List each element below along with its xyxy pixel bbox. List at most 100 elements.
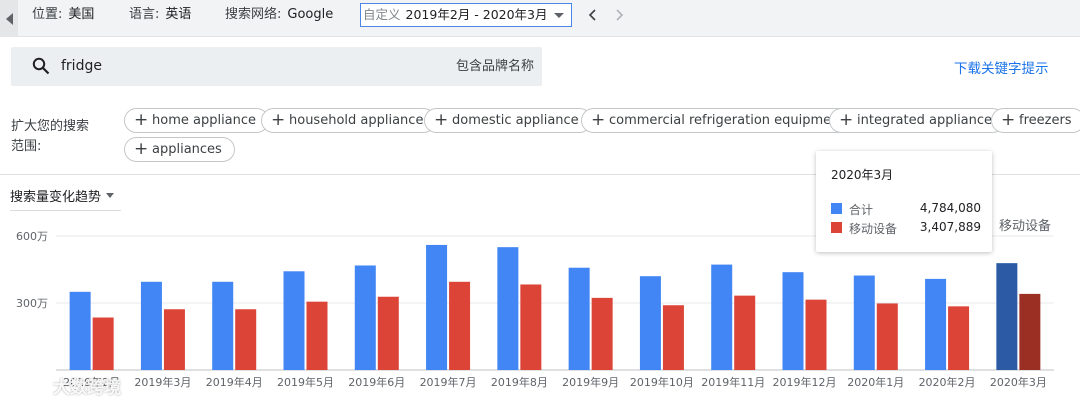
y-tick-label: 300万 bbox=[16, 297, 48, 310]
bar-mobile bbox=[449, 281, 471, 370]
x-tick-label: 2020年2月 bbox=[919, 375, 976, 389]
bar-total bbox=[69, 291, 91, 370]
bar-mobile bbox=[520, 284, 542, 370]
bar-mobile bbox=[805, 299, 827, 370]
bar-total bbox=[497, 247, 519, 370]
x-tick-label: 2019年9月 bbox=[562, 375, 619, 389]
bar-total bbox=[354, 265, 376, 370]
bar-mobile bbox=[377, 296, 399, 370]
bar-mobile bbox=[948, 306, 970, 370]
watermark-logo-icon bbox=[8, 373, 41, 396]
bar-mobile bbox=[306, 301, 328, 370]
plus-icon: + bbox=[434, 110, 449, 130]
tooltip-series-name: 合计 bbox=[849, 203, 874, 217]
bar-mobile bbox=[876, 303, 898, 370]
chip-label: domestic appliance bbox=[452, 113, 579, 128]
bar-mobile bbox=[1019, 293, 1041, 370]
chip-label: appliances bbox=[152, 142, 222, 157]
x-tick-label: 2019年12月 bbox=[773, 375, 837, 389]
refine-chip[interactable]: + home appliance bbox=[124, 108, 270, 133]
chip-label: home appliance bbox=[152, 113, 257, 128]
network-label: 搜索网络: bbox=[225, 7, 282, 22]
network-filter[interactable]: 搜索网络: Google bbox=[225, 0, 333, 37]
plus-icon: + bbox=[271, 110, 286, 130]
refine-chip[interactable]: + domestic appliance bbox=[424, 108, 592, 133]
bar-mobile bbox=[734, 295, 756, 370]
x-tick-label: 2019年10月 bbox=[630, 375, 694, 389]
bar-total bbox=[711, 264, 733, 370]
legend-swatch-total bbox=[831, 203, 842, 214]
language-label: 语言: bbox=[129, 7, 160, 22]
bar-total bbox=[426, 244, 448, 370]
bar-total bbox=[639, 276, 661, 370]
bar-mobile bbox=[235, 309, 257, 370]
x-tick-label: 2019年6月 bbox=[348, 375, 405, 389]
keyword-search-box[interactable]: fridge 包含品牌名称 bbox=[11, 47, 542, 86]
language-filter[interactable]: 语言: 英语 bbox=[129, 0, 191, 37]
chip-label: freezers bbox=[1019, 113, 1072, 128]
chevron-right-icon bbox=[616, 9, 624, 21]
legend-swatch-mobile bbox=[831, 222, 842, 233]
x-tick-label: 2019年4月 bbox=[206, 375, 263, 389]
tooltip-series-value: 4,784,080 bbox=[919, 201, 981, 215]
bar-mobile bbox=[662, 305, 684, 370]
x-tick-label: 2019年8月 bbox=[491, 375, 548, 389]
location-filter[interactable]: 位置: 美国 bbox=[32, 0, 94, 37]
triangle-left-icon bbox=[5, 12, 13, 25]
tooltip-row-total: 合计 4,784,080 bbox=[831, 201, 981, 217]
bar-total bbox=[568, 267, 590, 370]
watermark-text: 大数跨境 bbox=[53, 377, 121, 398]
search-input[interactable]: fridge bbox=[61, 47, 102, 86]
dropdown-arrow-icon[interactable] bbox=[106, 193, 114, 198]
bar-mobile bbox=[591, 297, 613, 370]
bar-total bbox=[140, 281, 162, 370]
dropdown-arrow-icon bbox=[554, 13, 564, 18]
collapse-panel-button[interactable] bbox=[0, 0, 18, 37]
x-tick-label: 2019年7月 bbox=[420, 375, 477, 389]
x-tick-label: 2019年5月 bbox=[277, 375, 334, 389]
chevron-left-icon bbox=[588, 9, 596, 21]
bar-total bbox=[283, 271, 305, 370]
plus-icon: + bbox=[134, 110, 149, 130]
tooltip-series-value: 3,407,889 bbox=[919, 220, 981, 234]
bar-mobile bbox=[92, 317, 114, 370]
refine-chip[interactable]: + commercial refrigeration equipment bbox=[581, 108, 858, 133]
chip-label: integrated appliance bbox=[857, 113, 993, 128]
y-tick-label: 600万 bbox=[16, 230, 48, 243]
tooltip-row-mobile: 移动设备 3,407,889 bbox=[831, 220, 981, 236]
chip-label: household appliance bbox=[289, 113, 424, 128]
watermark: 大数跨境 bbox=[6, 370, 121, 400]
expand-search-label: 扩大您的搜索范围: bbox=[11, 119, 90, 154]
x-tick-label: 2019年3月 bbox=[134, 375, 191, 389]
refine-chip[interactable]: + freezers bbox=[991, 108, 1080, 133]
plus-icon: + bbox=[839, 110, 854, 130]
x-tick-label: 2020年1月 bbox=[847, 375, 904, 389]
bar-total bbox=[996, 263, 1018, 370]
trend-chart-title[interactable]: 搜索量变化趋势 bbox=[10, 186, 101, 205]
download-keyword-ideas-link[interactable]: 下载关键字提示 bbox=[954, 57, 1049, 77]
x-tick-label: 2019年11月 bbox=[701, 375, 765, 389]
plus-icon: + bbox=[591, 110, 606, 130]
next-period-button[interactable] bbox=[614, 0, 624, 30]
search-icon bbox=[32, 57, 50, 75]
tooltip-title: 2020年3月 bbox=[831, 168, 894, 182]
language-value: 英语 bbox=[165, 7, 192, 22]
refine-chip[interactable]: + integrated appliance bbox=[829, 108, 1006, 133]
bar-total bbox=[853, 275, 875, 370]
x-tick-label: 2020年3月 bbox=[990, 375, 1047, 389]
bar-total bbox=[925, 278, 947, 370]
date-range-select[interactable]: 自定义 2019年2月 - 2020年3月 bbox=[360, 3, 572, 27]
date-range-type: 自定义 bbox=[363, 7, 401, 22]
prev-period-button[interactable] bbox=[588, 0, 598, 30]
bar-total bbox=[782, 272, 804, 370]
chip-label: commercial refrigeration equipment bbox=[609, 113, 845, 128]
refine-chip[interactable]: + appliances bbox=[124, 137, 235, 162]
bar-mobile bbox=[163, 309, 185, 370]
plus-icon: + bbox=[134, 139, 149, 159]
filter-bar: 位置: 美国 语言: 英语 搜索网络: Google 自定义 2019年2月 - 202… bbox=[0, 0, 1080, 37]
refine-chip[interactable]: + household appliance bbox=[261, 108, 437, 133]
include-brand-names-toggle[interactable]: 包含品牌名称 bbox=[456, 47, 534, 86]
plus-icon: + bbox=[1001, 110, 1016, 130]
location-label: 位置: bbox=[32, 7, 63, 22]
trend-title-underline bbox=[10, 210, 121, 211]
